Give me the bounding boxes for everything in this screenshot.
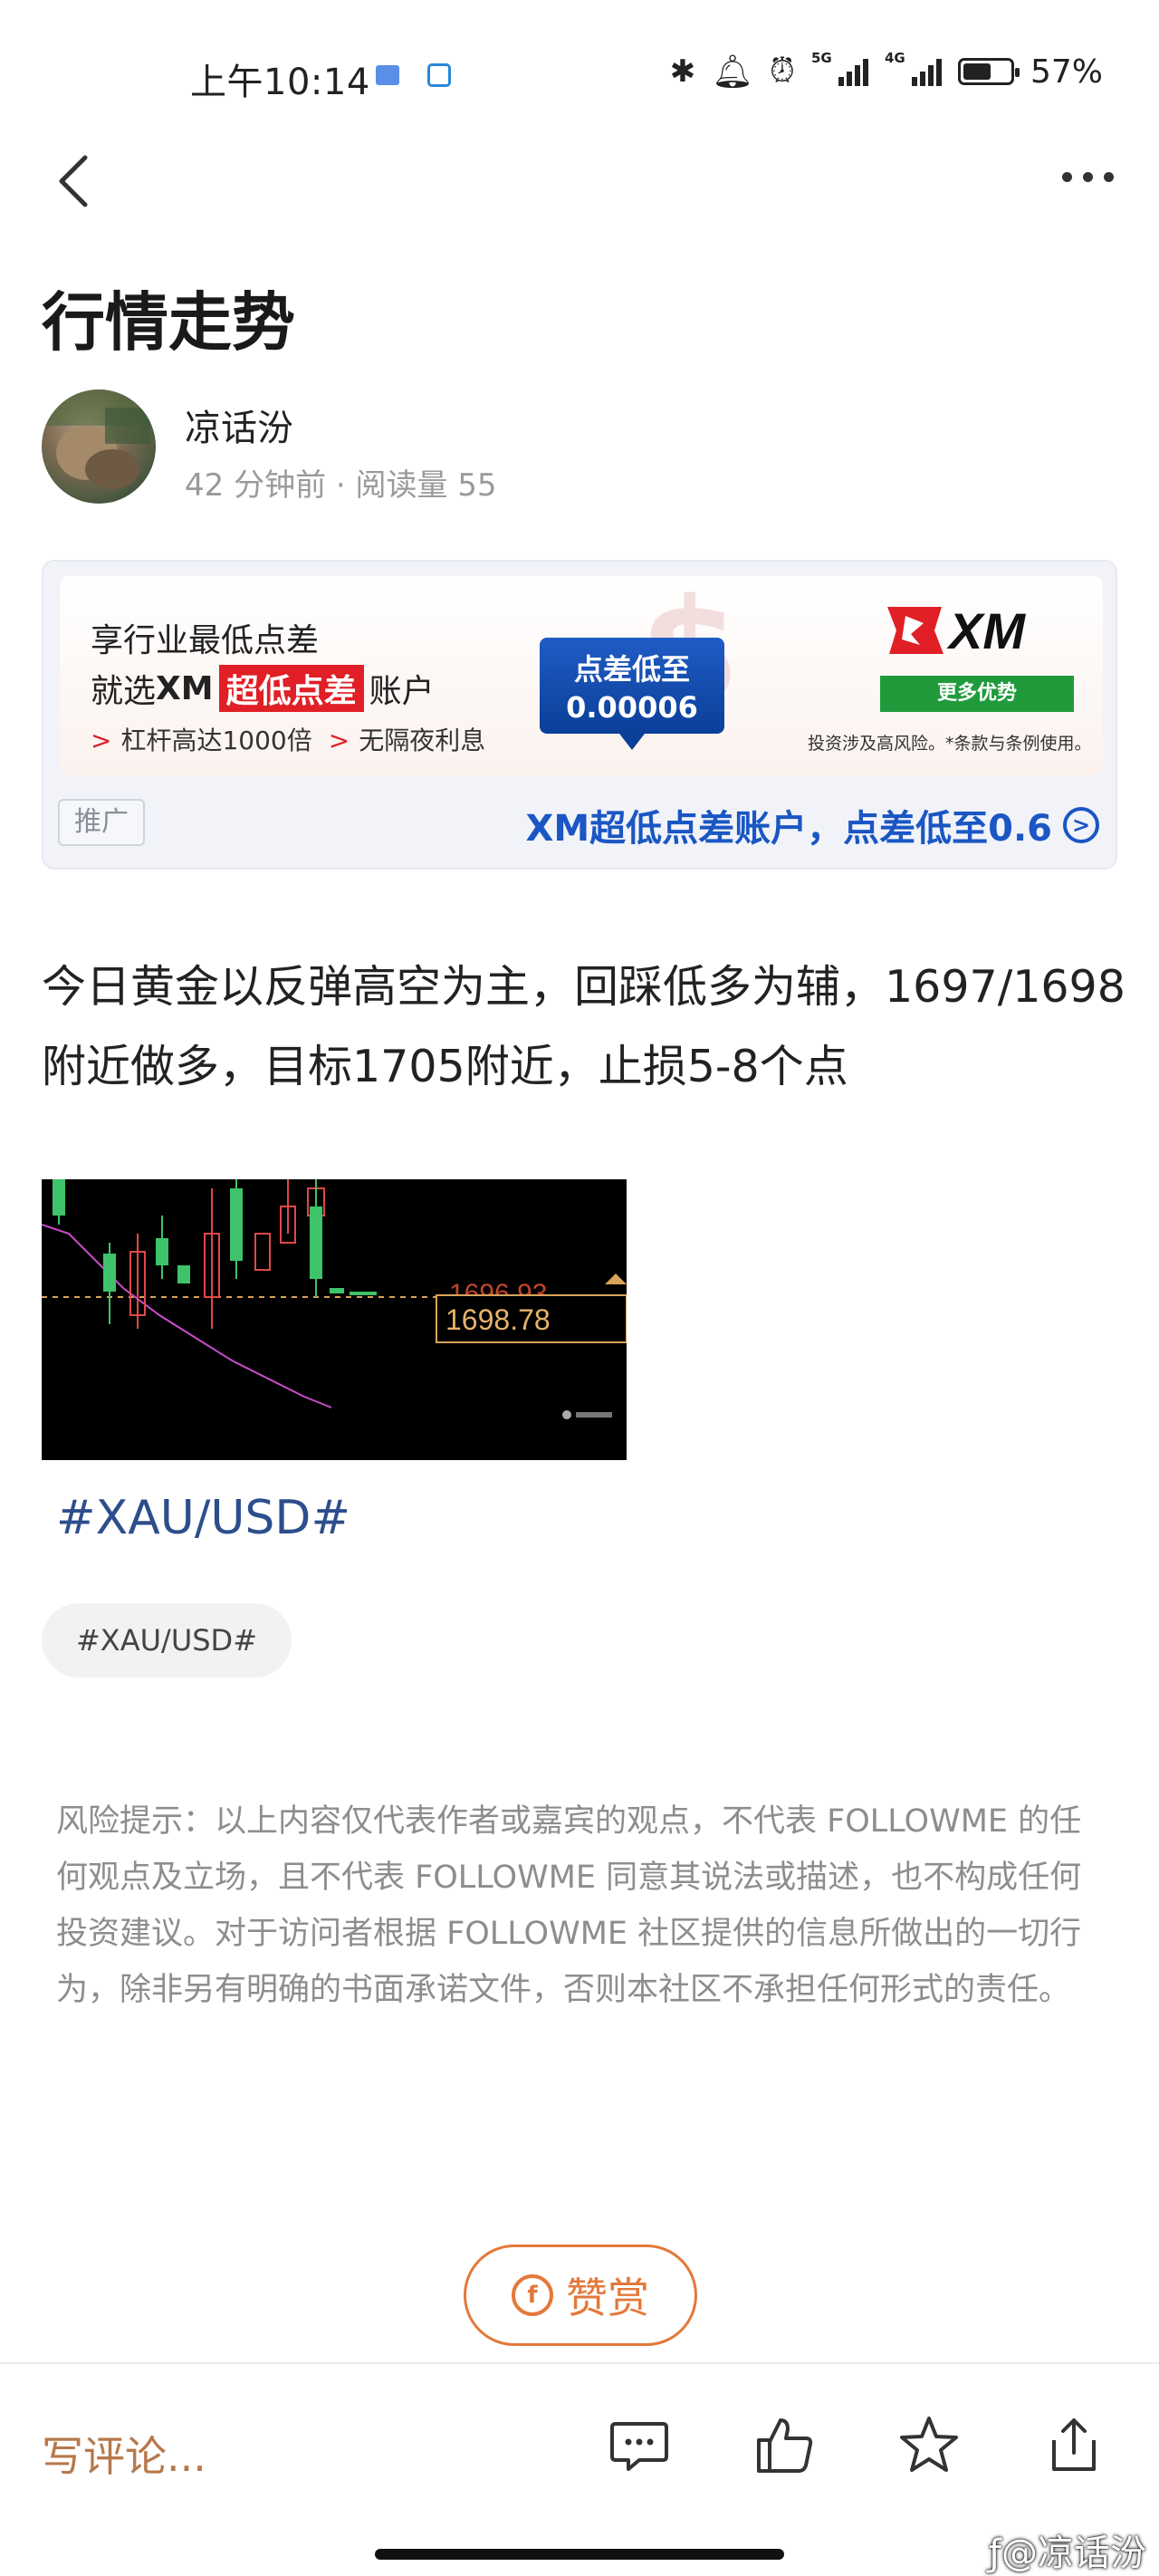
back-arrow-icon[interactable] — [54, 152, 94, 210]
watermark-logo-icon: ƒ — [988, 2533, 1001, 2574]
article-title: 行情走势 — [42, 285, 295, 360]
tag-chip[interactable]: #XAU/USD# — [42, 1603, 292, 1677]
article-meta: 42 分钟前 · 阅读量 55 — [185, 467, 497, 504]
xm-more-button[interactable]: 更多优势 — [880, 676, 1074, 712]
share-icon[interactable] — [1041, 2413, 1106, 2478]
battery-percent: 57% — [1030, 53, 1103, 91]
status-time: 上午10:14 — [190, 62, 370, 103]
ad-line2-highlight: 超低点差 — [218, 665, 364, 712]
comment-icon[interactable] — [607, 2413, 672, 2478]
xm-logo: XM — [887, 603, 1026, 658]
signal-4g-label: 4G — [884, 50, 905, 66]
author-name[interactable]: 凉话汾 — [185, 399, 293, 451]
ad-tag: 推广 — [58, 799, 145, 846]
reward-label: 赞赏 — [566, 2273, 649, 2322]
signal-5g-label: 5G — [810, 50, 832, 66]
ad-headline: 享行业最低点差 — [91, 622, 320, 659]
home-indicator[interactable] — [375, 2549, 784, 2560]
xm-logo-text: XM — [946, 603, 1026, 658]
ad-link[interactable]: XM超低点差账户，点差低至0.6 > — [525, 799, 1099, 851]
bottom-action-bar: 写评论... ƒ@凉话汾 — [0, 2362, 1159, 2576]
status-indicators: ✱ 🔔︎ ⏰︎ 5G 4G 57% — [669, 50, 1103, 91]
watermark: ƒ@凉话汾 — [989, 2523, 1146, 2576]
status-bar: 上午10:14 ✱ 🔔︎ ⏰︎ 5G 4G 57% — [0, 0, 1159, 136]
comment-input[interactable]: 写评论... — [42, 2424, 206, 2484]
app-notification-icon — [427, 63, 451, 87]
star-icon[interactable] — [896, 2413, 962, 2478]
bell-icon: 🔔︎ — [712, 53, 753, 91]
chart-image[interactable]: 1696.93 1698.78 — [42, 1179, 627, 1460]
ad-features: > 杠杆高达1000倍 > 无隔夜利息 — [91, 721, 485, 757]
risk-disclaimer: 风险提示：以上内容仅代表作者或嘉宾的观点，不代表 FOLLOWME 的任何观点及… — [56, 1803, 1082, 2008]
ad-card[interactable]: $ 享行业最低点差 就选 XM 超低点差 账户 >杠杆高达1000倍 >无隔夜利… — [42, 560, 1117, 870]
ad-line2-post: 账户 — [369, 673, 435, 710]
ad-feature-2: > 无隔夜利息 — [328, 726, 486, 755]
ad-feature-1: > 杠杆高达1000倍 — [91, 726, 312, 755]
coin-icon: f — [512, 2274, 553, 2316]
reward-button[interactable]: f 赞赏 — [464, 2244, 697, 2346]
ad-link-text: XM超低点差账户，点差低至0.6 — [525, 808, 1052, 850]
ad-line2-pre: 就选 — [91, 673, 157, 710]
thumbs-up-icon[interactable] — [752, 2413, 817, 2478]
more-options-icon[interactable] — [1062, 172, 1114, 182]
signal-5g-icon: 5G — [811, 50, 868, 86]
ad-banner[interactable]: $ 享行业最低点差 就选 XM 超低点差 账户 >杠杆高达1000倍 >无隔夜利… — [60, 576, 1103, 775]
battery-icon — [957, 58, 1020, 85]
ad-subheadline: 就选 XM 超低点差 账户 — [91, 665, 435, 712]
chevron-right-icon: > — [1063, 807, 1099, 843]
ad-line2-brand: XM — [156, 669, 214, 707]
alarm-icon: ⏰︎ — [769, 53, 795, 90]
author-avatar[interactable] — [42, 389, 156, 504]
mail-notification-icon — [376, 65, 399, 85]
chart-price-label: 1698.78 — [445, 1303, 551, 1336]
watermark-text: @凉话汾 — [1001, 2533, 1146, 2574]
badge-line1: 点差低至 — [573, 652, 690, 687]
signal-4g-icon: 4G — [885, 50, 942, 86]
badge-line2: 0.00006 — [566, 690, 698, 725]
bluetooth-icon: ✱ — [669, 53, 696, 90]
ad-spread-badge: 点差低至 0.00006 — [540, 638, 724, 750]
article-paragraph: 今日黄金以反弹高空为主，回踩低多为辅，1697/1698附近做多，目标1705附… — [42, 961, 1125, 1092]
xm-risk-note: 投资涉及高风险。*条款与条例使用。 — [808, 734, 1092, 754]
hashtag-link[interactable]: #XAU/USD# — [56, 1491, 350, 1545]
